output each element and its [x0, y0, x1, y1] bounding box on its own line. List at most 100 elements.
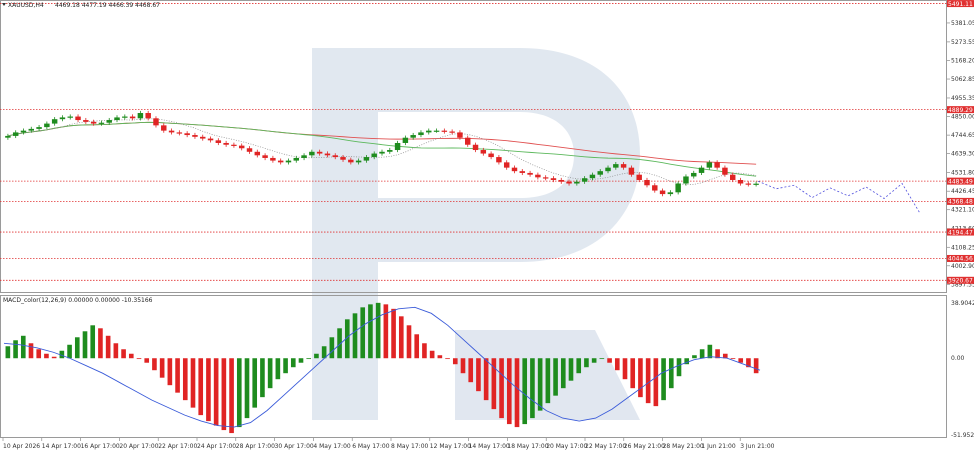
macd-histogram-bar [260, 358, 265, 398]
macd-histogram-bar [668, 358, 674, 389]
candle-body [309, 151, 315, 156]
time-tick-label: 20 May 17:00 [546, 443, 587, 450]
candle-body [698, 167, 705, 173]
candle-body [488, 153, 494, 158]
level-badge-label: 4368.48 [948, 199, 973, 206]
candle-body [231, 144, 237, 146]
macd-histogram-bar [506, 358, 512, 425]
candle-body [332, 155, 338, 158]
macd-histogram-bar [599, 358, 605, 360]
time-tick-label: 22 Apr 17:00 [158, 443, 197, 450]
level-badge-label: 4044.56 [948, 256, 973, 263]
candle-body [465, 137, 471, 145]
time-tick-label: 3 Jun 21:00 [740, 443, 774, 450]
macd-histogram-bar [661, 358, 666, 401]
macd-histogram-bar [175, 358, 180, 393]
macd-histogram-bar [738, 358, 744, 363]
macd-histogram-bar [429, 350, 435, 359]
candle-body [558, 179, 564, 182]
macd-histogram-bar [406, 325, 412, 359]
candle-body [5, 135, 11, 138]
macd-histogram-bar [483, 358, 489, 401]
macd-histogram-bar [290, 358, 296, 368]
level-badge-label: 4483.49 [948, 178, 973, 185]
candle-body [613, 164, 619, 168]
macd-histogram-bar [568, 358, 574, 381]
level-badge-label: 4194.47 [948, 229, 973, 236]
candle-body [753, 183, 759, 185]
candle-body [44, 123, 50, 128]
candle-body [566, 181, 572, 184]
macd-histogram-bar [267, 358, 273, 389]
price-tick-label: 4744.65 [951, 132, 974, 139]
price-tick-label: 4850.00 [951, 114, 974, 121]
macd-histogram-bar [653, 358, 659, 407]
chart-header-symbol: XAUUSD,H4 [8, 2, 44, 9]
candle-body [683, 176, 689, 184]
candle-body [161, 125, 167, 131]
symbol-dropdown-icon[interactable] [2, 3, 6, 6]
candle-body [745, 183, 752, 185]
level-badge-label: 3920.67 [948, 278, 973, 285]
price-tick-label: 4639.30 [951, 151, 974, 158]
macd-histogram-bar [98, 328, 103, 359]
macd-histogram-bar [645, 358, 651, 404]
macd-histogram-bar [476, 358, 481, 392]
macd-histogram-bar [36, 349, 42, 359]
time-tick-label: 28 Apr 17:00 [236, 443, 275, 450]
macd-histogram-bar [159, 358, 165, 378]
candle-body [28, 128, 35, 131]
candle-body [20, 130, 27, 133]
candle-body [83, 120, 89, 122]
macd-histogram-bar [329, 337, 335, 359]
macd-histogram-bar [136, 358, 142, 360]
candle-body [12, 132, 19, 136]
candle-body [114, 117, 120, 121]
price-tick-label: 5273.55 [951, 39, 974, 46]
macd-histogram-bar [591, 358, 597, 363]
macd-histogram-bar [707, 344, 713, 359]
macd-histogram-bar [128, 353, 134, 359]
candle-body [511, 167, 518, 172]
macd-histogram-bar [560, 358, 566, 389]
candle-body [496, 157, 502, 163]
time-tick-label: 1 Jun 21:00 [701, 443, 735, 450]
macd-histogram-bar [368, 304, 373, 359]
candle-body [675, 183, 681, 193]
macd-histogram-bar [182, 358, 188, 401]
macd-histogram-bar [236, 358, 242, 428]
macd-histogram-bar [144, 358, 150, 363]
candle-body [277, 160, 284, 163]
candle-body [503, 162, 510, 168]
candle-body [737, 179, 744, 184]
candle-body [145, 113, 151, 119]
candle-body [581, 178, 588, 182]
price-tick-label: 5381.05 [951, 20, 974, 27]
candle-body [285, 160, 292, 163]
macd-histogram-bar [74, 337, 80, 359]
candle-body [589, 174, 596, 179]
macd-histogram-bar [244, 358, 250, 419]
watermark-logo [312, 48, 640, 420]
macd-histogram-bar [113, 343, 119, 359]
macd-histogram-bar [67, 344, 72, 359]
candle-body [293, 157, 299, 161]
macd-header: MACD_color(12,26,9) 0.00000 0.00000 -10.… [3, 297, 153, 304]
candle-body [254, 151, 261, 156]
macd-histogram-bar [375, 302, 381, 359]
candle-body [98, 122, 105, 124]
candle-body [535, 174, 541, 178]
price-tick-label: 4955.35 [951, 95, 974, 102]
candle-body [301, 155, 307, 158]
macd-histogram-bar [514, 358, 520, 428]
candle-body [667, 192, 674, 195]
time-tick-label: 18 May 17:00 [507, 443, 548, 450]
candle-body [387, 150, 393, 152]
macd-histogram-bar [398, 316, 404, 359]
macd-histogram-bar [90, 325, 96, 359]
macd-histogram-bar [522, 358, 528, 425]
candle-body [348, 159, 354, 163]
candle-body [67, 116, 73, 118]
candle-body [722, 167, 728, 175]
macd-histogram-bar [753, 358, 759, 374]
